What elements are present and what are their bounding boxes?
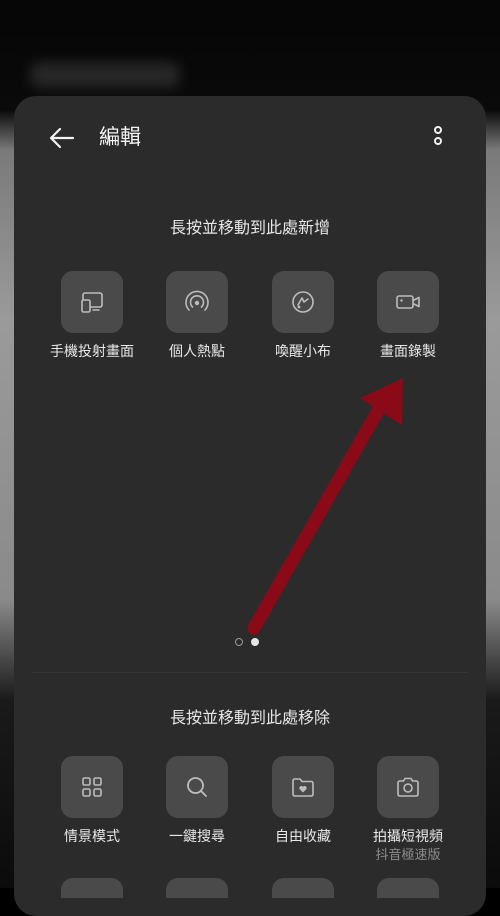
tile-peek <box>166 878 228 898</box>
tile-breeno[interactable]: 喚醒小布 <box>250 271 356 361</box>
tile-label: 手機投射畫面 <box>50 344 134 360</box>
blurred-background-text <box>30 62 180 88</box>
header: 編輯 <box>14 96 486 178</box>
edit-panel: 編輯 長按並移動到此處新增 手機投射畫面 個人熱點 喚醒小布 畫面錄製 長按並移… <box>14 96 486 916</box>
grid-icon <box>82 777 102 797</box>
tile-icon-box <box>377 271 439 333</box>
tile-label: 情景模式 <box>64 829 120 845</box>
tile-screen-record[interactable]: 畫面錄製 <box>355 271 461 361</box>
tile-label: 自由收藏 <box>275 829 331 845</box>
back-arrow-icon <box>49 127 75 149</box>
tile-peek <box>272 878 334 898</box>
tile-icon-box <box>61 756 123 818</box>
tile-label: 一鍵搜尋 <box>169 829 225 845</box>
tile-icon-box <box>377 756 439 818</box>
section-divider <box>32 672 468 673</box>
tile-icon-box <box>272 271 334 333</box>
tile-screen-cast[interactable]: 手機投射畫面 <box>39 271 145 361</box>
more-vertical-icon <box>434 126 442 145</box>
tile-label: 畫面錄製 <box>380 344 436 360</box>
page-indicator <box>235 638 259 646</box>
page-dot-active <box>251 638 259 646</box>
camera-icon <box>397 777 419 797</box>
more-options-button[interactable] <box>424 122 452 154</box>
hotspot-icon <box>185 290 209 311</box>
tile-label: 拍攝短視頻 <box>373 829 443 845</box>
tile-peek <box>377 878 439 898</box>
breeno-icon <box>292 291 314 313</box>
tile-sublabel: 抖音極速版 <box>375 848 441 863</box>
screen-cast-icon <box>81 292 103 313</box>
tile-label: 個人熱點 <box>169 344 225 360</box>
tile-icon-box <box>166 756 228 818</box>
screen-record-icon <box>396 295 420 309</box>
tile-icon-box <box>61 271 123 333</box>
tile-peek <box>61 878 123 898</box>
tile-label: 喚醒小布 <box>275 344 331 360</box>
tile-icon-box <box>272 756 334 818</box>
tile-one-key-search[interactable]: 一鍵搜尋 <box>144 756 250 846</box>
add-section-label: 長按並移動到此處新增 <box>169 218 330 237</box>
tile-shoot-short-video[interactable]: 拍攝短視頻 抖音極速版 <box>355 756 461 866</box>
tile-icon-box <box>166 271 228 333</box>
search-icon <box>187 777 207 797</box>
back-button[interactable] <box>46 122 78 154</box>
tile-hotspot[interactable]: 個人熱點 <box>144 271 250 361</box>
tile-free-favorites[interactable]: 自由收藏 <box>250 756 356 846</box>
page-dot-inactive <box>235 638 243 646</box>
favorite-folder-icon <box>292 778 314 797</box>
remove-section-label: 長按並移動到此處移除 <box>169 708 330 727</box>
tile-scene-mode[interactable]: 情景模式 <box>39 756 145 846</box>
page-title: 編輯 <box>99 125 141 149</box>
